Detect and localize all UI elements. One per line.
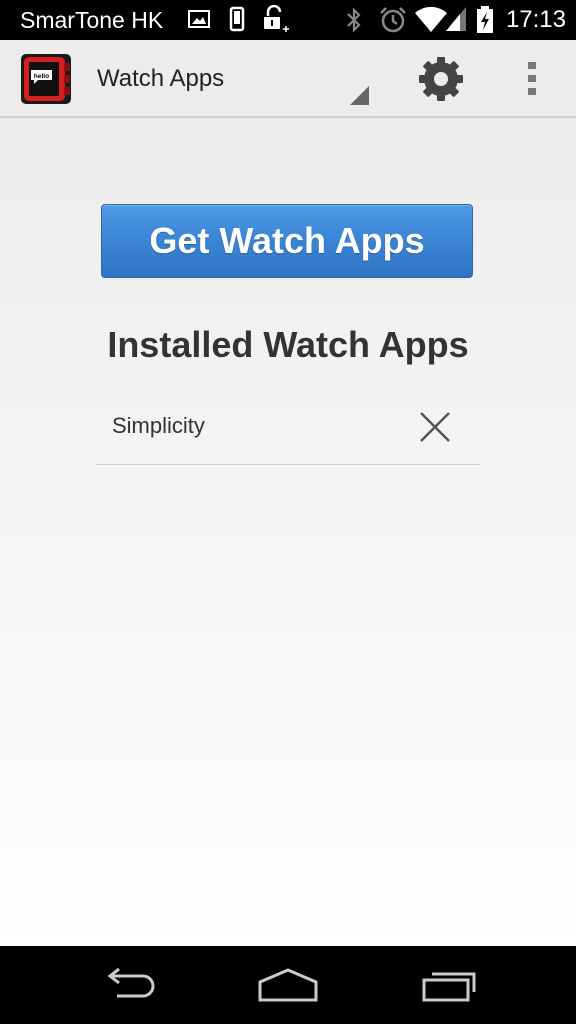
gear-icon bbox=[419, 57, 463, 101]
home-icon bbox=[258, 968, 318, 1002]
settings-button[interactable] bbox=[412, 53, 470, 105]
image-notification-icon bbox=[188, 10, 210, 28]
installed-apps-list: Simplicity bbox=[96, 388, 480, 465]
bluetooth-icon bbox=[347, 7, 361, 33]
back-button[interactable] bbox=[88, 960, 168, 1010]
overflow-menu-button[interactable] bbox=[512, 53, 552, 105]
list-item[interactable]: Simplicity bbox=[96, 388, 480, 465]
clock: 17:13 bbox=[505, 6, 566, 33]
remove-app-button[interactable] bbox=[416, 408, 454, 446]
screen-title[interactable]: Watch Apps bbox=[97, 64, 224, 94]
main-content: Get Watch Apps Installed Watch Apps Simp… bbox=[0, 118, 576, 946]
carrier-name: SmarTone HK bbox=[20, 7, 164, 33]
action-bar: hello Watch Apps bbox=[0, 40, 576, 118]
unlock-notification-icon bbox=[264, 5, 289, 32]
recent-apps-icon bbox=[422, 972, 476, 1002]
app-icon[interactable]: hello bbox=[20, 53, 72, 105]
wifi-icon bbox=[415, 6, 447, 32]
home-button[interactable] bbox=[248, 960, 328, 1010]
app-name: Simplicity bbox=[112, 413, 205, 438]
dropdown-indicator-icon[interactable] bbox=[350, 86, 369, 105]
recent-apps-button[interactable] bbox=[410, 960, 490, 1010]
overflow-menu-icon bbox=[528, 62, 536, 95]
installed-apps-heading: Installed Watch Apps bbox=[107, 324, 469, 365]
screen: SmarTone HK 17:13 hello Watch Apps Get W… bbox=[0, 0, 576, 1024]
signal-icon bbox=[446, 7, 466, 31]
navigation-bar bbox=[0, 946, 576, 1024]
app-icon-label: hello bbox=[34, 73, 49, 80]
alarm-icon bbox=[380, 7, 406, 33]
get-watch-apps-button[interactable]: Get Watch Apps bbox=[101, 204, 473, 278]
status-bar: SmarTone HK 17:13 bbox=[0, 0, 576, 40]
close-icon bbox=[420, 412, 450, 442]
battery-charging-icon bbox=[477, 6, 493, 33]
phone-notification-icon bbox=[229, 6, 245, 32]
back-icon bbox=[107, 968, 155, 998]
